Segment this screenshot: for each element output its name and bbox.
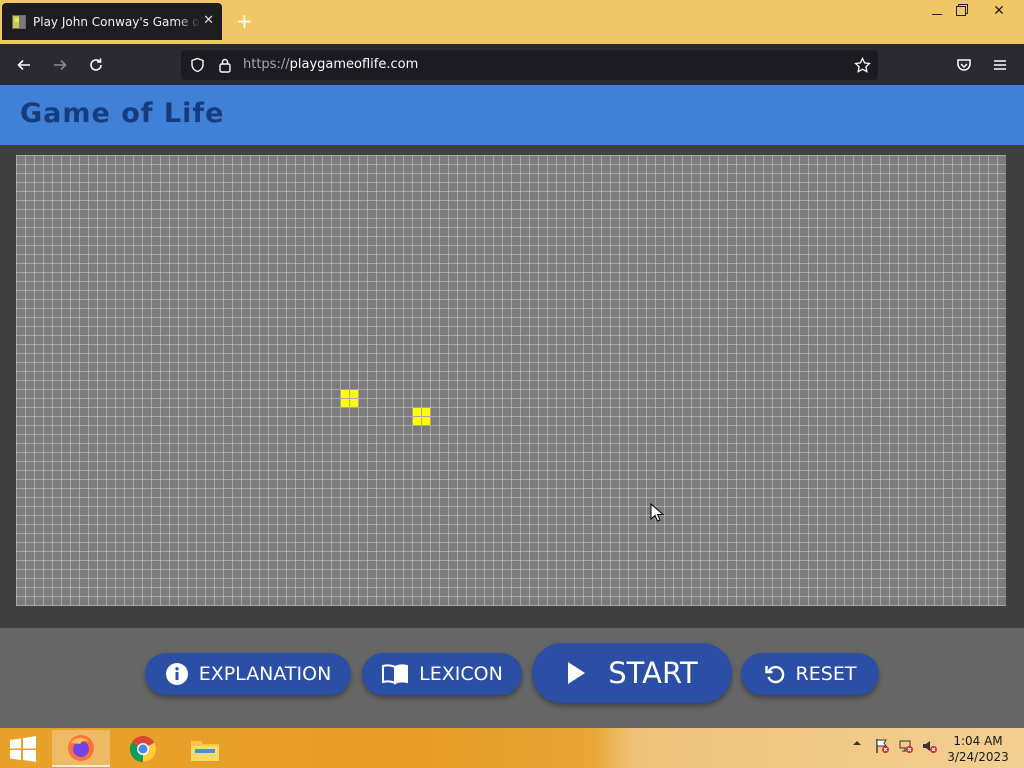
live-cell[interactable] (413, 408, 421, 416)
taskbar-chrome[interactable] (114, 730, 172, 767)
start-button[interactable]: START (532, 643, 732, 703)
lexicon-label: LEXICON (419, 663, 503, 685)
system-clock[interactable]: 1:04 AM 3/24/2023 (946, 733, 1010, 765)
page-title: Game of Life (20, 98, 225, 129)
file-explorer-icon (191, 740, 219, 761)
shield-icon[interactable] (188, 56, 206, 74)
game-of-life-favicon-icon (12, 14, 26, 29)
live-cell[interactable] (350, 399, 358, 407)
live-cell[interactable] (350, 390, 358, 398)
browser-tab[interactable]: Play John Conway's Game of Life ✕ (2, 3, 222, 40)
pocket-button[interactable] (951, 52, 977, 78)
play-icon (566, 661, 586, 685)
explanation-button[interactable]: EXPLANATION (145, 653, 351, 695)
explanation-label: EXPLANATION (198, 663, 332, 685)
start-menu-button[interactable] (8, 736, 38, 762)
windows-taskbar: 1:04 AM 3/24/2023 (0, 728, 1024, 768)
lock-icon[interactable] (216, 56, 234, 74)
start-label: START (608, 656, 698, 690)
board-container (0, 145, 1024, 628)
app-header: Game of Life (0, 85, 1024, 145)
live-cell[interactable] (422, 417, 430, 425)
info-icon (165, 662, 189, 686)
chevron-up-icon (853, 741, 861, 745)
url-text[interactable]: https://playgameoflife.com (243, 57, 418, 72)
forward-icon (54, 59, 67, 71)
live-cell[interactable] (413, 417, 421, 425)
url-host: playgameoflife.com (289, 57, 419, 72)
action-center-flag-icon[interactable] (874, 738, 890, 757)
windows-logo-icon (10, 736, 36, 762)
book-icon (381, 663, 409, 685)
reload-button[interactable] (83, 52, 109, 78)
browser-titlebar: Play John Conway's Game of Life ✕ + ✕ (0, 0, 1024, 44)
url-bar[interactable]: https://playgameoflife.com (181, 50, 878, 80)
tab-title: Play John Conway's Game of Life (33, 14, 201, 29)
live-cell[interactable] (422, 408, 430, 416)
new-tab-button[interactable]: + (236, 11, 253, 31)
network-icon[interactable] (898, 738, 914, 757)
game-board-grid[interactable] (16, 155, 1006, 606)
lexicon-button[interactable]: LEXICON (362, 653, 522, 695)
chrome-icon (129, 735, 157, 762)
back-button[interactable] (11, 52, 37, 78)
pocket-icon (957, 59, 971, 71)
live-cell[interactable] (341, 390, 349, 398)
firefox-icon (68, 734, 94, 761)
volume-icon[interactable] (922, 738, 938, 757)
menu-button[interactable] (987, 52, 1013, 78)
forward-button[interactable] (47, 52, 73, 78)
back-icon (17, 59, 30, 71)
menu-icon (994, 60, 1006, 70)
live-cell[interactable] (341, 399, 349, 407)
close-window-button[interactable]: ✕ (981, 0, 1017, 22)
show-hidden-icons-button[interactable] (852, 738, 862, 751)
mouse-cursor-icon (650, 503, 664, 522)
clock-date: 3/24/2023 (947, 750, 1009, 764)
browser-navbar: https://playgameoflife.com (0, 44, 1024, 85)
url-scheme: https:// (243, 57, 290, 72)
controls-bar: EXPLANATION LEXICON START RESET (0, 628, 1024, 728)
reset-label: RESET (795, 663, 857, 685)
reset-button[interactable]: RESET (741, 653, 879, 695)
star-icon[interactable] (853, 56, 871, 74)
reset-icon (764, 663, 786, 685)
reload-icon (90, 58, 102, 71)
restore-button[interactable] (944, 0, 978, 22)
tab-close-button[interactable]: ✕ (203, 13, 214, 28)
taskbar-file-explorer[interactable] (176, 730, 234, 767)
clock-time: 1:04 AM (953, 734, 1003, 748)
taskbar-firefox[interactable] (52, 730, 110, 767)
